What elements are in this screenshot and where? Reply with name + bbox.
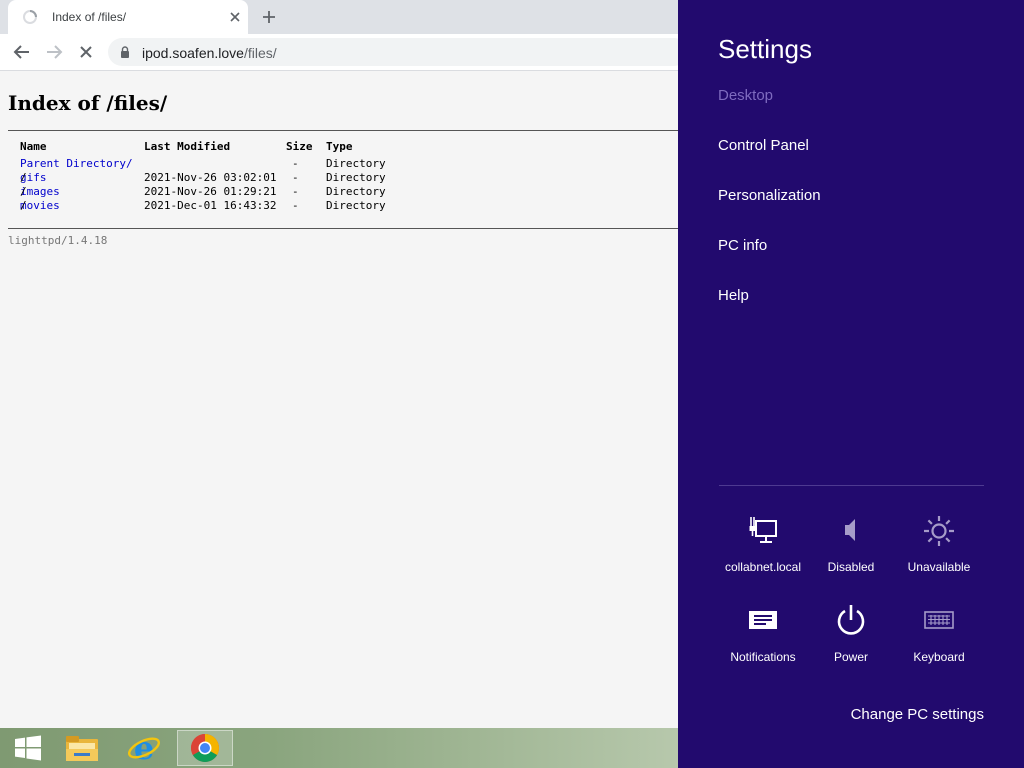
page-content: Index of /files/ Name Last Modified Size… (0, 71, 678, 728)
new-tab-icon[interactable] (258, 6, 280, 28)
browser-toolbar: ipod.soafen.love/files/ (0, 34, 678, 71)
row-slash: / (20, 185, 27, 198)
row-type: Directory (326, 199, 386, 212)
row-modified: 2021-Dec-01 16:43:32 (144, 199, 277, 212)
brightness-icon (924, 516, 954, 546)
close-tab-icon[interactable] (226, 8, 244, 26)
volume-tile[interactable]: Disabled (807, 514, 895, 584)
pc-info-link[interactable]: PC info (718, 237, 767, 254)
parent-directory-link[interactable]: Parent Directory/ (20, 157, 133, 170)
network-label: collabnet.local (724, 560, 802, 574)
keyboard-icon (924, 611, 954, 629)
start-button[interactable] (0, 730, 56, 766)
row-type: Directory (326, 157, 386, 170)
lock-icon (121, 46, 129, 58)
url-text: ipod.soafen.love/files/ (142, 45, 277, 61)
server-signature: lighttpd/1.4.18 (8, 234, 108, 247)
brightness-tile[interactable]: Unavailable (895, 514, 983, 584)
settings-title: Settings (718, 34, 812, 64)
change-pc-settings-link[interactable]: Change PC settings (851, 706, 984, 723)
row-modified: 2021-Nov-26 03:02:01 (144, 171, 277, 184)
speaker-icon (845, 519, 855, 541)
network-tile[interactable]: collabnet.local (719, 514, 807, 584)
row-size: - (292, 157, 299, 170)
keyboard-tile[interactable]: Keyboard (895, 604, 983, 674)
brightness-label: Unavailable (907, 560, 971, 574)
volume-label: Disabled (827, 560, 875, 574)
divider (8, 130, 678, 131)
desktop-label: Desktop (718, 87, 774, 104)
row-slash: / (20, 171, 27, 184)
row-size: - (292, 199, 299, 212)
tab-title: Index of /files/ (52, 10, 127, 24)
header-name: Name (20, 140, 47, 153)
notifications-tile[interactable]: Notifications (719, 604, 807, 674)
row-type: Directory (326, 171, 386, 184)
header-type: Type (326, 140, 353, 153)
network-icon (749, 517, 777, 543)
address-bar[interactable]: ipod.soafen.love/files/ (108, 38, 678, 66)
row-modified: 2021-Nov-26 01:29:21 (144, 185, 277, 198)
header-modified: Last Modified (144, 140, 231, 153)
chrome-button[interactable] (177, 730, 233, 766)
help-link[interactable]: Help (718, 287, 749, 304)
internet-explorer-icon: e (128, 732, 160, 764)
taskbar: e (0, 728, 678, 768)
internet-explorer-button[interactable]: e (116, 730, 172, 766)
row-type: Directory (326, 185, 386, 198)
header-size: Size (286, 140, 313, 153)
settings-charm-panel: Settings Desktop Control Panel Personali… (678, 0, 1024, 768)
tab-strip: Index of /files/ (0, 0, 678, 34)
divider (8, 228, 678, 229)
chrome-icon (191, 734, 219, 762)
notifications-icon (749, 611, 777, 629)
row-size: - (292, 185, 299, 198)
personalization-link[interactable]: Personalization (718, 187, 821, 204)
start-icon (15, 735, 41, 761)
row-slash: / (20, 199, 27, 212)
divider (719, 485, 984, 486)
control-panel-link[interactable]: Control Panel (718, 137, 809, 154)
page-title: Index of /files/ (8, 91, 168, 115)
stop-loading-icon[interactable] (74, 40, 98, 64)
forward-arrow-icon[interactable] (42, 40, 66, 64)
notifications-label: Notifications (730, 650, 796, 664)
power-label: Power (833, 650, 868, 664)
power-tile[interactable]: Power (807, 604, 895, 674)
browser-tab[interactable]: Index of /files/ (8, 0, 248, 34)
row-size: - (292, 171, 299, 184)
browser-window: Index of /files/ ipod.soafen.love/files/ (0, 0, 678, 728)
file-explorer-icon (66, 736, 98, 761)
file-explorer-button[interactable] (54, 730, 110, 766)
back-arrow-icon[interactable] (10, 40, 34, 64)
power-icon (837, 605, 865, 635)
keyboard-label: Keyboard (913, 650, 965, 664)
loading-spinner-icon (23, 10, 37, 24)
svg-text:e: e (134, 732, 154, 764)
